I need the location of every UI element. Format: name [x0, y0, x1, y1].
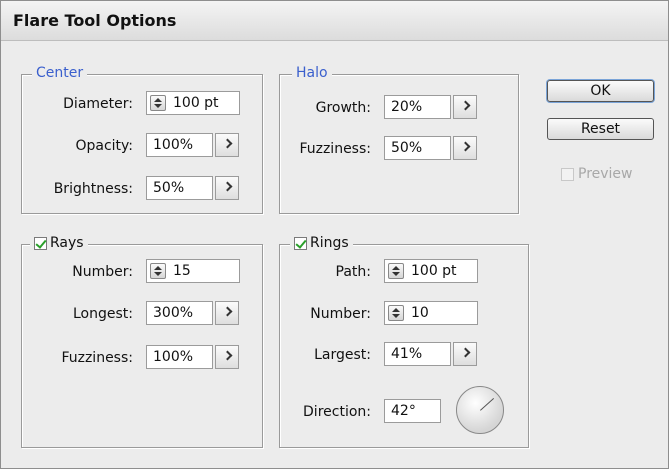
rays-number-field[interactable]: 15	[146, 259, 240, 283]
title-bar[interactable]: Flare Tool Options	[1, 1, 668, 41]
direction-dial-icon[interactable]	[456, 386, 504, 434]
direction-label: Direction:	[303, 404, 371, 420]
ok-button[interactable]: OK	[547, 80, 654, 102]
halo-fuzziness-value: 50%	[391, 140, 423, 156]
diameter-label: Diameter:	[63, 96, 133, 112]
rays-number-value: 15	[173, 263, 191, 279]
rings-legend-label: Rings	[310, 235, 349, 251]
rays-fuzziness-label: Fuzziness:	[61, 350, 133, 366]
rings-number-spinner-icon[interactable]	[388, 305, 404, 321]
rays-legend[interactable]: Rays	[30, 235, 88, 251]
rings-number-field[interactable]: 10	[384, 301, 478, 325]
path-label: Path:	[335, 264, 371, 280]
largest-slider-arrow-icon[interactable]	[453, 342, 477, 366]
longest-field[interactable]: 300%	[146, 301, 213, 325]
halo-fuzziness-field[interactable]: 50%	[384, 136, 451, 160]
direction-field[interactable]: 42°	[384, 399, 441, 423]
halo-fuzziness-label: Fuzziness:	[299, 141, 371, 157]
direction-value: 42°	[391, 403, 416, 419]
diameter-value: 100 pt	[173, 95, 219, 111]
rays-number-label: Number:	[72, 264, 133, 280]
brightness-field[interactable]: 50%	[146, 176, 213, 200]
preview-option[interactable]: Preview	[561, 166, 633, 182]
flare-tool-options-dialog: Flare Tool Options Center Diameter: 100 …	[0, 0, 669, 469]
dialog-title: Flare Tool Options	[13, 11, 177, 30]
largest-label: Largest:	[314, 347, 371, 363]
diameter-spinner-icon[interactable]	[150, 95, 166, 111]
longest-label: Longest:	[73, 306, 133, 322]
rings-checkbox[interactable]	[294, 236, 307, 250]
rays-checkbox[interactable]	[34, 236, 47, 250]
longest-slider-arrow-icon[interactable]	[215, 301, 239, 325]
path-field[interactable]: 100 pt	[384, 259, 478, 283]
preview-label: Preview	[578, 166, 633, 182]
brightness-value: 50%	[153, 180, 185, 196]
rays-legend-label: Rays	[50, 235, 84, 251]
rays-fuzziness-field[interactable]: 100%	[146, 345, 213, 369]
preview-checkbox[interactable]	[561, 167, 574, 181]
rays-fuzziness-value: 100%	[153, 349, 194, 365]
rays-number-spinner-icon[interactable]	[150, 263, 166, 279]
opacity-field[interactable]: 100%	[146, 133, 213, 157]
brightness-slider-arrow-icon[interactable]	[215, 176, 239, 200]
longest-value: 300%	[153, 305, 194, 321]
rings-legend[interactable]: Rings	[290, 235, 353, 251]
path-value: 100 pt	[411, 263, 457, 279]
opacity-slider-arrow-icon[interactable]	[215, 133, 239, 157]
largest-field[interactable]: 41%	[384, 342, 451, 366]
reset-button[interactable]: Reset	[547, 118, 654, 140]
halo-legend: Halo	[292, 65, 332, 81]
growth-field[interactable]: 20%	[384, 95, 451, 119]
growth-label: Growth:	[315, 100, 371, 116]
growth-value: 20%	[391, 99, 423, 115]
growth-slider-arrow-icon[interactable]	[453, 95, 477, 119]
largest-value: 41%	[391, 346, 423, 362]
brightness-label: Brightness:	[53, 181, 133, 197]
path-spinner-icon[interactable]	[388, 263, 404, 279]
opacity-label: Opacity:	[75, 138, 133, 154]
diameter-field[interactable]: 100 pt	[146, 91, 240, 115]
rays-fuzziness-slider-arrow-icon[interactable]	[215, 345, 239, 369]
rings-number-value: 10	[411, 305, 429, 321]
center-legend: Center	[32, 65, 88, 81]
opacity-value: 100%	[153, 137, 194, 153]
rings-number-label: Number:	[310, 306, 371, 322]
halo-fuzziness-slider-arrow-icon[interactable]	[453, 136, 477, 160]
dial-needle	[480, 397, 495, 411]
